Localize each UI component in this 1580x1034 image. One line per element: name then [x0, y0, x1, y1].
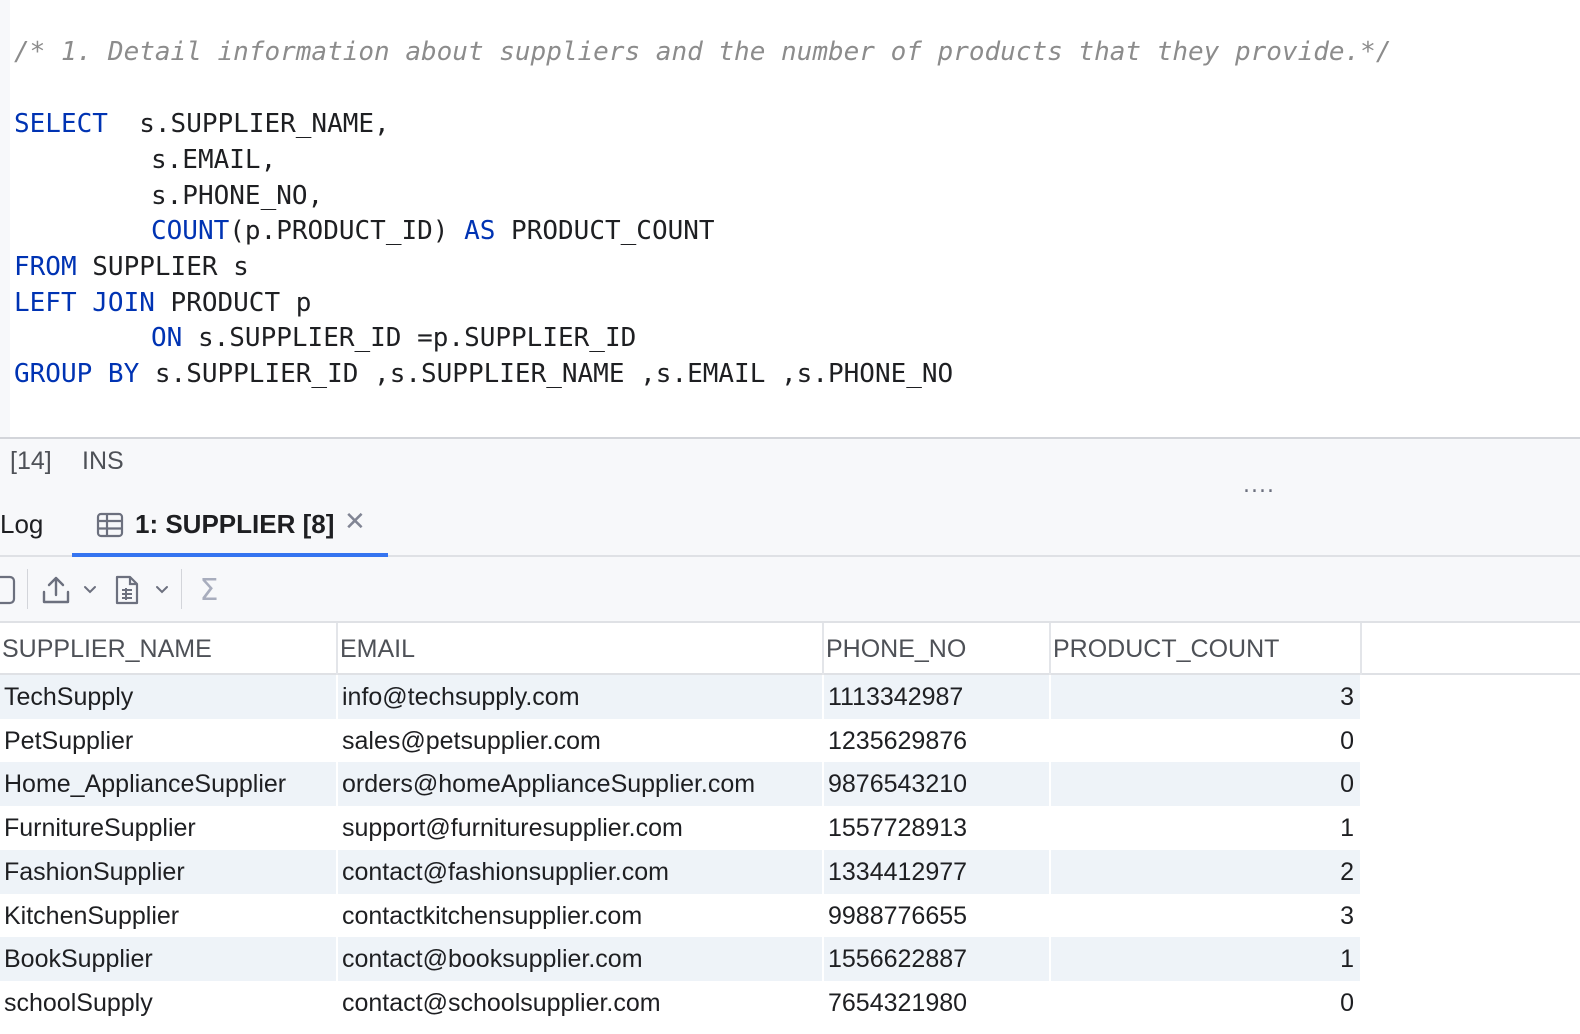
sigma-icon[interactable]: Σ — [192, 557, 226, 623]
code-line-count: COUNT(p.PRODUCT_ID) AS PRODUCT_COUNT — [151, 213, 715, 249]
table-row[interactable]: TechSupply info@techsupply.com 1113342987 3 — [0, 675, 1362, 719]
export-icon[interactable] — [38, 557, 74, 623]
insert-mode-indicator[interactable]: INS — [82, 447, 124, 476]
cell-product-count[interactable]: 0 — [1051, 762, 1362, 807]
keyword: GROUP BY — [14, 359, 140, 389]
cell-product-count[interactable]: 1 — [1051, 806, 1362, 851]
tab-label: 1: SUPPLIER [8] — [135, 509, 335, 539]
results-toolbar: Σ — [0, 557, 1580, 623]
cell-product-count[interactable]: 0 — [1051, 718, 1362, 763]
cell-phone-no[interactable]: 9988776655 — [824, 893, 1051, 938]
column-header-supplier-name[interactable]: SUPPLIER_NAME — [0, 623, 338, 675]
chevron-down-icon[interactable] — [80, 557, 100, 623]
code-line-email: s.EMAIL, — [151, 142, 276, 178]
code-text: s.SUPPLIER_ID ,s.SUPPLIER_NAME ,s.EMAIL … — [139, 359, 954, 389]
tab-supplier-result[interactable]: 1: SUPPLIER [8] ✕ — [72, 493, 388, 557]
cell-phone-no[interactable]: 1334412977 — [824, 849, 1051, 894]
tab-log[interactable]: Log — [0, 509, 43, 540]
column-header-email[interactable]: EMAIL — [338, 623, 824, 675]
code-line-on: ON s.SUPPLIER_ID =p.SUPPLIER_ID — [151, 320, 636, 356]
cell-email[interactable]: contactkitchensupplier.com — [338, 893, 824, 938]
cell-phone-no[interactable]: 9876543210 — [824, 762, 1051, 807]
table-row[interactable]: PetSupplier sales@petsupplier.com 12356298… — [0, 718, 1362, 763]
keyword: COUNT — [151, 216, 230, 246]
code-text: PRODUCT p — [154, 288, 312, 318]
stop-icon[interactable] — [0, 557, 18, 623]
code-text: SUPPLIER s — [76, 252, 249, 282]
table-row[interactable]: FashionSupplier contact@fashionsupplier.c… — [0, 849, 1362, 894]
editor-status-bar: [14] INS — [0, 437, 1580, 483]
cell-phone-no[interactable]: 1113342987 — [824, 675, 1051, 719]
cell-product-count[interactable]: 2 — [1051, 849, 1362, 894]
result-grid[interactable]: SUPPLIER_NAME EMAIL PHONE_NO PRODUCT_COU… — [0, 623, 1580, 1034]
code-line-phone: s.PHONE_NO, — [151, 178, 323, 214]
code-text: s.PHONE_NO, — [151, 181, 324, 211]
cell-supplier-name[interactable]: TechSupply — [0, 675, 338, 719]
cell-product-count[interactable]: 3 — [1051, 893, 1362, 938]
keyword: LEFT JOIN — [14, 288, 155, 318]
cell-supplier-name[interactable]: Home_ApplianceSupplier — [0, 762, 338, 807]
cursor-position: [14] — [10, 447, 52, 475]
code-comment: /* 1. Detail information about suppliers… — [14, 37, 1392, 67]
cell-product-count[interactable]: 3 — [1051, 675, 1362, 719]
cell-supplier-name[interactable]: FashionSupplier — [0, 849, 338, 894]
cell-supplier-name[interactable]: KitchenSupplier — [0, 893, 338, 938]
cell-email[interactable]: sales@petsupplier.com — [338, 718, 824, 763]
cell-supplier-name[interactable]: PetSupplier — [0, 718, 338, 763]
cell-email[interactable]: contact@booksupplier.com — [338, 937, 824, 982]
keyword: ON — [151, 323, 183, 353]
keyword: AS — [464, 216, 496, 246]
cell-email[interactable]: contact@fashionsupplier.com — [338, 849, 824, 894]
cell-supplier-name[interactable]: BookSupplier — [0, 937, 338, 982]
cell-phone-no[interactable]: 1556622887 — [824, 937, 1051, 982]
toolbar-divider — [27, 569, 28, 609]
toolbar-divider — [181, 569, 182, 609]
code-text: s.EMAIL, — [151, 145, 277, 175]
results-tabs: Log 1: SUPPLIER [8] ✕ — [0, 493, 1580, 557]
cell-email[interactable]: support@furnituresupplier.com — [338, 806, 824, 851]
table-row[interactable]: FurnitureSupplier support@furnituresuppli… — [0, 806, 1362, 851]
table-row[interactable]: KitchenSupplier contactkitchensupplier.co… — [0, 893, 1362, 938]
table-icon — [96, 512, 124, 538]
cell-email[interactable]: contact@schoolsupplier.com — [338, 980, 824, 1025]
cell-supplier-name[interactable]: schoolSupply — [0, 980, 338, 1025]
keyword: FROM — [14, 252, 77, 282]
code-text: (p.PRODUCT_ID) — [229, 216, 465, 246]
cell-phone-no[interactable]: 7654321980 — [824, 980, 1051, 1025]
code-line-from: FROM SUPPLIER s — [14, 249, 249, 285]
cell-phone-no[interactable]: 1235629876 — [824, 718, 1051, 763]
code-line-select: SELECT s.SUPPLIER_NAME, — [14, 106, 390, 142]
code-text: PRODUCT_COUNT — [495, 216, 715, 246]
sql-editor[interactable]: /* 1. Detail information about suppliers… — [0, 0, 1580, 437]
chevron-down-icon[interactable] — [152, 557, 172, 623]
code-line-join: LEFT JOIN PRODUCT p — [14, 285, 311, 321]
close-icon[interactable]: ✕ — [344, 507, 366, 537]
code-line-group-by: GROUP BY s.SUPPLIER_ID ,s.SUPPLIER_NAME … — [14, 356, 953, 392]
cell-email[interactable]: info@techsupply.com — [338, 675, 824, 719]
cell-email[interactable]: orders@homeApplianceSupplier.com — [338, 762, 824, 807]
table-row[interactable]: Home_ApplianceSupplier orders@homeApplian… — [0, 762, 1362, 807]
cell-supplier-name[interactable]: FurnitureSupplier — [0, 806, 338, 851]
table-row[interactable]: schoolSupply contact@schoolsupplier.com 76… — [0, 980, 1362, 1025]
column-header-phone-no[interactable]: PHONE_NO — [824, 623, 1051, 675]
keyword: SELECT — [14, 109, 108, 139]
column-header-product-count[interactable]: PRODUCT_COUNT — [1051, 623, 1362, 675]
cell-phone-no[interactable]: 1557728913 — [824, 806, 1051, 851]
cell-product-count[interactable]: 0 — [1051, 980, 1362, 1025]
code-text: s.SUPPLIER_ID =p.SUPPLIER_ID — [182, 323, 637, 353]
table-row[interactable]: BookSupplier contact@booksupplier.com 1556… — [0, 937, 1362, 982]
results-panel: .... Log 1: SUPPLIER [8] ✕ Σ SUPPLIER_NA… — [0, 473, 1580, 1034]
grid-header: SUPPLIER_NAME EMAIL PHONE_NO PRODUCT_COU… — [0, 623, 1580, 675]
code-text: s.SUPPLIER_NAME, — [107, 109, 390, 139]
cell-product-count[interactable]: 1 — [1051, 937, 1362, 982]
document-icon[interactable] — [110, 557, 144, 623]
